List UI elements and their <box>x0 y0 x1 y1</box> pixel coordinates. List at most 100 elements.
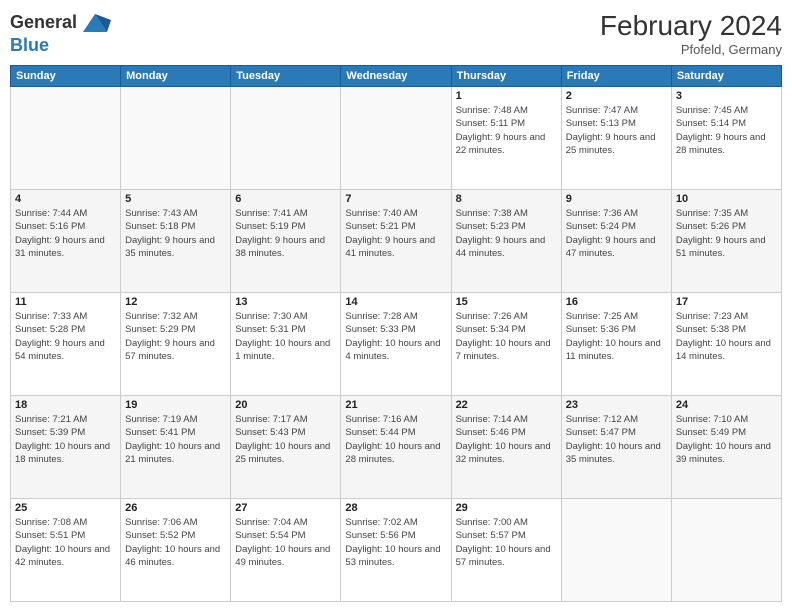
day-number: 9 <box>566 193 667 205</box>
day-number: 15 <box>456 296 557 308</box>
day-info: Sunrise: 7:35 AM Sunset: 5:26 PM Dayligh… <box>676 207 777 260</box>
calendar-cell: 4Sunrise: 7:44 AM Sunset: 5:16 PM Daylig… <box>11 190 121 293</box>
day-number: 20 <box>235 399 336 411</box>
day-info: Sunrise: 7:48 AM Sunset: 5:11 PM Dayligh… <box>456 104 557 157</box>
calendar-cell: 8 Sunrise: 7:38 AM Sunset: 5:23 PM Daylig… <box>451 190 561 293</box>
title-block: February 2024 Pfofeld, Germany <box>600 10 782 57</box>
day-info: Sunrise: 7:33 AM Sunset: 5:28 PM Dayligh… <box>15 310 116 363</box>
calendar-cell: 18Sunrise: 7:21 AM Sunset: 5:39 PM Dayli… <box>11 396 121 499</box>
day-info: Sunrise: 7:16 AM Sunset: 5:44 PM Dayligh… <box>345 413 446 466</box>
day-info: Sunrise: 7:17 AM Sunset: 5:43 PM Dayligh… <box>235 413 336 466</box>
calendar-cell: 2 Sunrise: 7:47 AM Sunset: 5:13 PM Daylig… <box>561 87 671 190</box>
calendar-cell: 15 Sunrise: 7:26 AM Sunset: 5:34 PM Dayli… <box>451 293 561 396</box>
calendar-cell: 22 Sunrise: 7:14 AM Sunset: 5:46 PM Dayli… <box>451 396 561 499</box>
logo-icon <box>79 10 111 36</box>
day-info: Sunrise: 7:26 AM Sunset: 5:34 PM Dayligh… <box>456 310 557 363</box>
calendar-cell: 29Sunrise: 7:00 AM Sunset: 5:57 PM Dayli… <box>451 499 561 602</box>
day-info: Sunrise: 7:28 AM Sunset: 5:33 PM Dayligh… <box>345 310 446 363</box>
calendar-cell: 19 Sunrise: 7:19 AM Sunset: 5:41 PM Dayli… <box>121 396 231 499</box>
logo-blue: Blue <box>10 36 111 56</box>
day-info: Sunrise: 7:41 AM Sunset: 5:19 PM Dayligh… <box>235 207 336 260</box>
calendar-cell: 25Sunrise: 7:08 AM Sunset: 5:51 PM Dayli… <box>11 499 121 602</box>
day-number: 27 <box>235 502 336 514</box>
calendar-cell: 6 Sunrise: 7:41 AM Sunset: 5:19 PM Daylig… <box>231 190 341 293</box>
location: Pfofeld, Germany <box>600 42 782 57</box>
calendar-week-0: 1 Sunrise: 7:48 AM Sunset: 5:11 PM Daylig… <box>11 87 782 190</box>
logo-general: General <box>10 12 77 32</box>
day-info: Sunrise: 7:25 AM Sunset: 5:36 PM Dayligh… <box>566 310 667 363</box>
day-number: 10 <box>676 193 777 205</box>
day-info: Sunrise: 7:06 AM Sunset: 5:52 PM Dayligh… <box>125 516 226 569</box>
day-number: 18 <box>15 399 116 411</box>
day-number: 19 <box>125 399 226 411</box>
day-number: 8 <box>456 193 557 205</box>
calendar-week-4: 25Sunrise: 7:08 AM Sunset: 5:51 PM Dayli… <box>11 499 782 602</box>
day-number: 16 <box>566 296 667 308</box>
calendar-cell: 13Sunrise: 7:30 AM Sunset: 5:31 PM Dayli… <box>231 293 341 396</box>
calendar-cell <box>671 499 781 602</box>
day-number: 1 <box>456 90 557 102</box>
calendar-cell: 24Sunrise: 7:10 AM Sunset: 5:49 PM Dayli… <box>671 396 781 499</box>
day-info: Sunrise: 7:38 AM Sunset: 5:23 PM Dayligh… <box>456 207 557 260</box>
day-number: 28 <box>345 502 446 514</box>
calendar-cell <box>231 87 341 190</box>
calendar-cell: 12 Sunrise: 7:32 AM Sunset: 5:29 PM Dayli… <box>121 293 231 396</box>
page: General Blue February 2024 Pfofeld, Germ… <box>0 0 792 612</box>
day-info: Sunrise: 7:14 AM Sunset: 5:46 PM Dayligh… <box>456 413 557 466</box>
day-number: 17 <box>676 296 777 308</box>
day-info: Sunrise: 7:36 AM Sunset: 5:24 PM Dayligh… <box>566 207 667 260</box>
calendar-week-1: 4Sunrise: 7:44 AM Sunset: 5:16 PM Daylig… <box>11 190 782 293</box>
calendar-cell <box>561 499 671 602</box>
logo: General Blue <box>10 10 111 56</box>
day-number: 5 <box>125 193 226 205</box>
day-info: Sunrise: 7:45 AM Sunset: 5:14 PM Dayligh… <box>676 104 777 157</box>
day-info: Sunrise: 7:47 AM Sunset: 5:13 PM Dayligh… <box>566 104 667 157</box>
day-info: Sunrise: 7:02 AM Sunset: 5:56 PM Dayligh… <box>345 516 446 569</box>
calendar-cell: 23 Sunrise: 7:12 AM Sunset: 5:47 PM Dayli… <box>561 396 671 499</box>
header: General Blue February 2024 Pfofeld, Germ… <box>10 10 782 57</box>
calendar-cell: 16 Sunrise: 7:25 AM Sunset: 5:36 PM Dayli… <box>561 293 671 396</box>
calendar-week-3: 18Sunrise: 7:21 AM Sunset: 5:39 PM Dayli… <box>11 396 782 499</box>
calendar-cell: 7 Sunrise: 7:40 AM Sunset: 5:21 PM Daylig… <box>341 190 451 293</box>
weekday-header-friday: Friday <box>561 66 671 87</box>
calendar-cell: 17Sunrise: 7:23 AM Sunset: 5:38 PM Dayli… <box>671 293 781 396</box>
day-number: 25 <box>15 502 116 514</box>
day-number: 26 <box>125 502 226 514</box>
day-number: 22 <box>456 399 557 411</box>
calendar-cell: 21 Sunrise: 7:16 AM Sunset: 5:44 PM Dayli… <box>341 396 451 499</box>
day-number: 23 <box>566 399 667 411</box>
day-info: Sunrise: 7:00 AM Sunset: 5:57 PM Dayligh… <box>456 516 557 569</box>
day-number: 21 <box>345 399 446 411</box>
calendar-cell: 14 Sunrise: 7:28 AM Sunset: 5:33 PM Dayli… <box>341 293 451 396</box>
weekday-header-sunday: Sunday <box>11 66 121 87</box>
calendar-cell: 1 Sunrise: 7:48 AM Sunset: 5:11 PM Daylig… <box>451 87 561 190</box>
day-info: Sunrise: 7:32 AM Sunset: 5:29 PM Dayligh… <box>125 310 226 363</box>
calendar-cell: 20 Sunrise: 7:17 AM Sunset: 5:43 PM Dayli… <box>231 396 341 499</box>
calendar-cell: 27 Sunrise: 7:04 AM Sunset: 5:54 PM Dayli… <box>231 499 341 602</box>
month-year: February 2024 <box>600 10 782 42</box>
day-number: 12 <box>125 296 226 308</box>
day-number: 13 <box>235 296 336 308</box>
day-number: 4 <box>15 193 116 205</box>
weekday-header-tuesday: Tuesday <box>231 66 341 87</box>
day-info: Sunrise: 7:10 AM Sunset: 5:49 PM Dayligh… <box>676 413 777 466</box>
day-info: Sunrise: 7:19 AM Sunset: 5:41 PM Dayligh… <box>125 413 226 466</box>
calendar-week-2: 11 Sunrise: 7:33 AM Sunset: 5:28 PM Dayli… <box>11 293 782 396</box>
day-info: Sunrise: 7:43 AM Sunset: 5:18 PM Dayligh… <box>125 207 226 260</box>
day-number: 6 <box>235 193 336 205</box>
day-number: 14 <box>345 296 446 308</box>
day-number: 3 <box>676 90 777 102</box>
day-number: 2 <box>566 90 667 102</box>
weekday-header-saturday: Saturday <box>671 66 781 87</box>
calendar-cell <box>341 87 451 190</box>
day-number: 11 <box>15 296 116 308</box>
calendar-table: SundayMondayTuesdayWednesdayThursdayFrid… <box>10 65 782 602</box>
calendar-cell: 5 Sunrise: 7:43 AM Sunset: 5:18 PM Daylig… <box>121 190 231 293</box>
day-number: 7 <box>345 193 446 205</box>
day-info: Sunrise: 7:40 AM Sunset: 5:21 PM Dayligh… <box>345 207 446 260</box>
weekday-header-wednesday: Wednesday <box>341 66 451 87</box>
calendar-cell: 28 Sunrise: 7:02 AM Sunset: 5:56 PM Dayli… <box>341 499 451 602</box>
day-info: Sunrise: 7:04 AM Sunset: 5:54 PM Dayligh… <box>235 516 336 569</box>
day-info: Sunrise: 7:12 AM Sunset: 5:47 PM Dayligh… <box>566 413 667 466</box>
calendar-cell: 11 Sunrise: 7:33 AM Sunset: 5:28 PM Dayli… <box>11 293 121 396</box>
